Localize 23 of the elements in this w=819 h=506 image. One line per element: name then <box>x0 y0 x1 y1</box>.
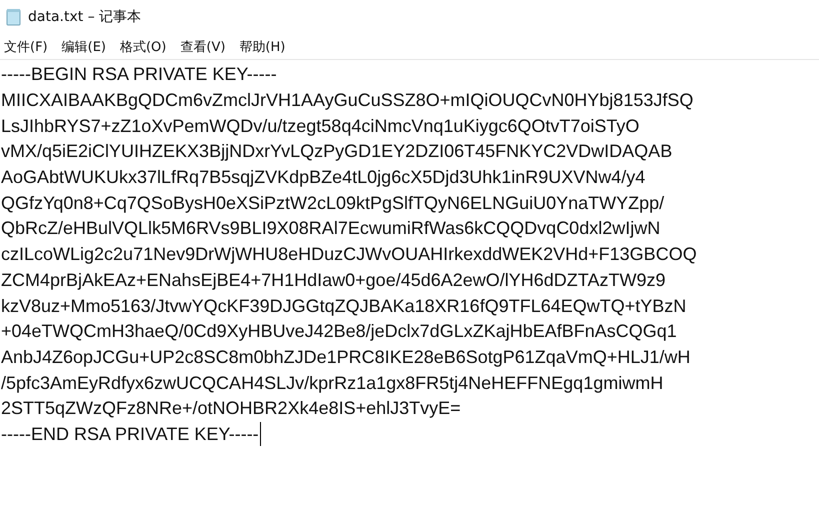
text-line: 2STT5qZWzQFz8NRe+/otNOHBR2Xk4e8IS+ehlJ3TvyE= <box>1 398 461 420</box>
text-line: /5pfc3AmEyRdfyx6zwUCQCAH4SLJv/kprRz1a1gx8FR5tj4NeHEFFNEgq1gmiwmH <box>1 372 664 394</box>
text-line: AnbJ4Z6opJCGu+UP2c8SC8m0bhZJDe1PRC8IKE28eB6SotgP61ZqaVmQ+HLJ1/wH <box>1 346 690 368</box>
text-line: czILcoWLig2c2u71Nev9DrWjWHU8eHDuzCJWvOUAHIrkexddWEK2VHd+F13GBCOQ <box>1 244 697 266</box>
text-cursor <box>260 422 261 446</box>
notepad-icon <box>6 8 22 26</box>
menu-item[interactable]: 格式(O) <box>120 38 166 56</box>
text-line: ZCM4prBjAkEAz+ENahsEjBE4+7H1HdIaw0+goe/45d6A2ewO/lYH6dDZTAzTW9z9 <box>1 270 666 291</box>
text-line: -----BEGIN RSA PRIVATE KEY----- <box>1 64 277 86</box>
text-line: AoGAbtWUKUkx37lLfRq7B5sqjZVKdpBZe4tL0jg6cX5Djd3Uhk1inR9UXVNw4/y4 <box>1 167 646 188</box>
text-line: LsJIhbRYS7+zZ1oXvPemWQDv/u/tzegt58q4ciNmcVnq1uKiygc6QOtvT7oiSTyO <box>1 116 640 137</box>
menu-item[interactable]: 帮助(H) <box>239 38 286 56</box>
text-line: kzV8uz+Mmo5163/JtvwYQcKF39DJGGtqZQJBAKa18XR16fQ9TFL64EQwTQ+tYBzN <box>1 296 686 317</box>
menu-item[interactable]: 文件(F) <box>4 38 48 56</box>
text-line: QGfzYq0n8+Cq7QSoBysH0eXSiPztW2cL09ktPgSlfTQyN6ELNGuiU0YnaTWYZpp/ <box>1 192 664 214</box>
text-line: -----END RSA PRIVATE KEY----- <box>1 424 259 445</box>
menu-item[interactable]: 查看(V) <box>180 38 226 56</box>
window-title: data.txt – 记事本 <box>28 8 142 26</box>
text-line: QbRcZ/eHBulVQLlk5M6RVs9BLI9X08RAl7EcwumiRfWas6kCQQDvqC0dxl2wIjwN <box>1 218 660 240</box>
text-line: vMX/q5iE2iClYUIHZEKX3BjjNDxrYvLQzPyGD1EY2DZI06T45FNKYC2VDwIDAQAB <box>1 141 672 162</box>
text-line: +04eTWQCmH3haeQ/0Cd9XyHBUveJ42Be8/jeDclx7dGLxZKajHbEAfBFnAsCQGq1 <box>1 321 677 342</box>
menu-item[interactable]: 编辑(E) <box>62 38 106 56</box>
text-line: MIICXAIBAAKBgQDCm6vZmclJrVH1AAyGuCuSSZ8O+mIQiOUQCvN0HYbj8153JfSQ <box>1 90 694 112</box>
